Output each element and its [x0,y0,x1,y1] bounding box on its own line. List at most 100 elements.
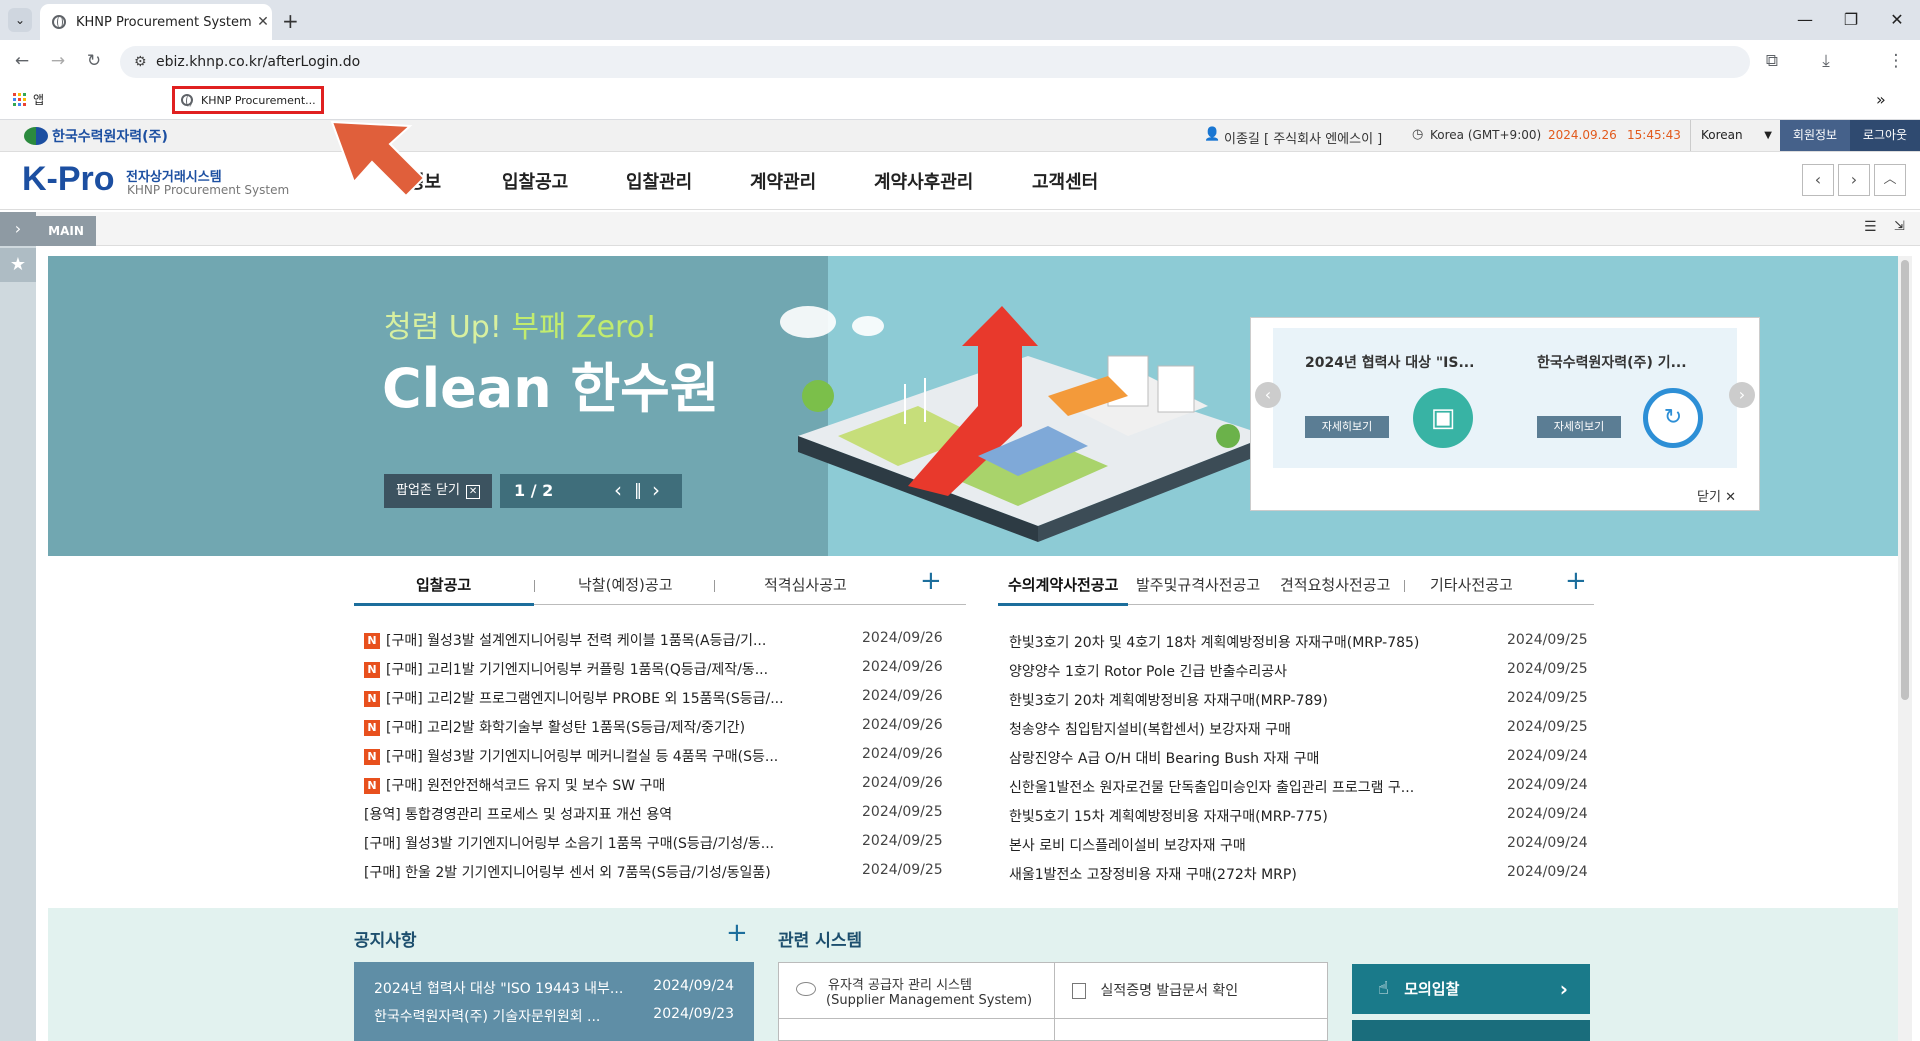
tab-search-button[interactable]: ⌄ [8,8,32,32]
header-prev-button[interactable]: ‹ [1802,164,1834,196]
bid-notice-item[interactable]: [구매] 월성3발 기기엔지니어링부 소음기 1품목 구매(S등급/기성/동..… [364,833,964,853]
khnp-logo-text: 한국수력원자력(주) [52,129,168,145]
bid-notice-item[interactable]: N [구매] 고리2발 프로그램엔지니어링부 PROBE 외 15품목(S등급/.… [364,688,964,708]
prenotice-item[interactable]: 청송양수 침입탐지설비(복합센서) 보강자재 구매 2024/09/25 [1009,719,1589,739]
notice-item[interactable]: 2024년 협력사 대상 "ISO 19443 내부... 2024/09/24 [374,978,734,998]
prenotice-date: 2024/09/24 [1507,864,1588,880]
prenotice-item[interactable]: 한빛5호기 15차 계획예방정비용 자재구매(MRP-775) 2024/09/2… [1009,806,1589,826]
bid-notice-title: [구매] 월성3발 기기엔지니어링부 소음기 1품목 구매(S등급/기성/동..… [364,836,775,852]
sms-link[interactable]: 유자격 공급자 관리 시스템 (Supplier Management Syst… [796,974,1032,1008]
restore-button[interactable]: ❐ [1828,6,1874,34]
bookmarks-overflow-icon[interactable]: » [1876,90,1886,109]
tab-qualification-notice[interactable]: 적격심사공고 [764,574,847,595]
notice-item[interactable]: 한국수력원자력(주) 기술자문위원회 ... 2024/09/23 [374,1006,734,1026]
right-more-plus-icon[interactable]: + [1565,566,1587,596]
kpro-logo[interactable]: K-Pro [22,160,115,199]
back-icon[interactable]: ← [9,48,35,74]
prenotice-item[interactable]: 삼랑진양수 A급 O/H 대비 Bearing Bush 자재 구매 2024/0… [1009,748,1589,768]
apps-label[interactable]: 앱 [33,91,44,108]
scrollbar-thumb[interactable] [1901,260,1909,700]
next-button-strip[interactable] [1352,1020,1590,1041]
tab-separator [714,580,715,592]
site-info-icon[interactable]: ⚙ [134,54,147,70]
language-select[interactable]: Korean ▼ [1690,120,1778,151]
bookmark-khnp[interactable]: KHNP Procurement... [172,86,324,114]
address-bar[interactable]: ⚙ ebiz.khnp.co.kr/afterLogin.do [120,46,1750,78]
chevron-down-icon: ▼ [1764,130,1772,141]
slide-card-1-title[interactable]: 2024년 협력사 대상 "IS... [1305,352,1474,372]
bid-notice-item[interactable]: [구매] 한울 2발 기기엔지니어링부 센서 외 7품목(S등급/기성/동일품)… [364,862,964,882]
close-tab-icon[interactable]: ✕ [254,14,272,30]
expand-rail-icon[interactable]: › [0,212,36,246]
reload-icon[interactable]: ↻ [81,48,107,74]
bid-notice-item[interactable]: N [구매] 원전안전해석코드 유지 및 보수 SW 구매 2024/09/26 [364,775,964,795]
notice-slider: 2024년 협력사 대상 "IS... 자세히보기 ▣ 한국수력원자력(주) 기… [1250,317,1760,511]
bid-notice-item[interactable]: N [구매] 고리1발 기기엔지니어링부 커플링 1품목(Q등급/제작/동... 2… [364,659,964,679]
extensions-icon[interactable]: ⧉ [1759,48,1785,74]
slider-next-icon[interactable]: › [1729,382,1755,408]
bid-notice-item[interactable]: N [구매] 월성3발 설계엔지니어링부 전력 케이블 1품목(A등급/기... 2… [364,630,964,650]
new-tab-button[interactable]: + [282,9,299,33]
download-icon[interactable]: ⤓ [1813,48,1839,74]
slide-card-2-title[interactable]: 한국수력원자력(주) 기... [1537,352,1687,372]
apps-icon[interactable] [13,93,26,106]
prenotice-item[interactable]: 새울1발전소 고장정비용 자재 구매(272차 MRP) 2024/09/24 [1009,864,1589,884]
bid-notice-item[interactable]: N [구매] 월성3발 기기엔지니어링부 메커니컬실 등 4품목 구매(S등...… [364,746,964,766]
slide-card-2-more[interactable]: 자세히보기 [1537,416,1621,438]
tab-award-notice[interactable]: 낙찰(예정)공고 [578,574,673,595]
banner-next-icon[interactable]: › [652,478,660,502]
close-popup-button[interactable]: 팝업존 닫기 ✕ [384,474,492,508]
tab-bid-notice[interactable]: 입찰공고 [416,574,471,595]
slider-prev-icon[interactable]: ‹ [1255,382,1281,408]
left-more-plus-icon[interactable]: + [920,566,942,596]
timezone: Korea (GMT+9:00) [1430,128,1542,142]
tab-other-prenotice[interactable]: 기타사전공고 [1430,574,1513,595]
page-scrollbar[interactable] [1898,256,1912,1041]
prenotice-title: 본사 로비 디스플레이설비 보강자재 구매 [1009,838,1246,854]
notice-more-plus-icon[interactable]: + [726,918,748,948]
menu-post-contract[interactable]: 계약사후관리 [874,168,973,194]
logout-button[interactable]: 로그아웃 [1850,120,1920,151]
bid-notice-date: 2024/09/25 [862,862,943,878]
header-top-button[interactable]: ︿ [1874,164,1906,196]
slider-close-button[interactable]: 닫기 ✕ [1697,486,1736,505]
prenotice-item[interactable]: 본사 로비 디스플레이설비 보강자재 구매 2024/09/24 [1009,835,1589,855]
monitor-icon: ▣ [1413,388,1473,448]
menu-bid-notice[interactable]: 입찰공고 [502,168,568,194]
list-view-icon[interactable]: ☰ [1864,219,1877,235]
forward-icon[interactable]: → [45,48,71,74]
member-info-button[interactable]: 회원정보 [1780,120,1850,151]
browser-menu-icon[interactable]: ⋮ [1883,48,1909,74]
main-tab[interactable]: MAIN [36,216,96,246]
sms-label: 유자격 공급자 관리 시스템 [828,978,972,993]
prenotice-title: 한빛3호기 20차 계획예방정비용 자재구매(MRP-789) [1009,693,1328,709]
prenotice-item[interactable]: 한빛3호기 20차 및 4호기 18차 계획예방정비용 자재구매(MRP-785… [1009,632,1589,652]
slide-card-1-more[interactable]: 자세히보기 [1305,416,1389,438]
sms-icon [796,982,816,996]
favorites-star-icon[interactable]: ★ [0,248,36,282]
minimize-button[interactable]: — [1782,6,1828,34]
prenotice-item[interactable]: 양양양수 1호기 Rotor Pole 긴급 반출수리공사 2024/09/25 [1009,661,1589,681]
mock-bid-button[interactable]: ☝ 모의입찰 › [1352,964,1590,1014]
menu-contract[interactable]: 계약관리 [750,168,816,194]
bid-notice-item[interactable]: [용역] 통합경영관리 프로세스 및 성과지표 개선 용역 2024/09/25 [364,804,964,824]
menu-customer-center[interactable]: 고객센터 [1032,168,1098,194]
tab-quote-request[interactable]: 견적요청사전공고 [1280,574,1390,595]
close-all-tabs-icon[interactable]: ⇲ [1894,219,1905,234]
tab-order-spec[interactable]: 발주및규격사전공고 [1136,574,1260,595]
close-window-button[interactable]: ✕ [1874,6,1920,34]
bid-notice-item[interactable]: N [구매] 고리2발 화학기술부 활성탄 1품목(S등급/제작/중기간) 2024… [364,717,964,737]
prenotice-item[interactable]: 신한울1발전소 원자로건물 단독출입미승인자 출입관리 프로그램 구... 202… [1009,777,1589,797]
tab-private-contract[interactable]: 수의계약사전공고 [1008,574,1118,595]
header-next-button[interactable]: › [1838,164,1870,196]
menu-bid-manage[interactable]: 입찰관리 [626,168,692,194]
banner-prev-icon[interactable]: ‹ [614,478,622,502]
khnp-logo[interactable]: 한국수력원자력(주) [24,126,168,146]
banner-pause-icon[interactable]: ‖ [634,480,642,499]
cert-link[interactable]: 실적증명 발급문서 확인 [1072,980,1238,1000]
prenotice-date: 2024/09/25 [1507,632,1588,648]
prenotice-item[interactable]: 한빛3호기 20차 계획예방정비용 자재구매(MRP-789) 2024/09/2… [1009,690,1589,710]
slider-close-label: 닫기 [1697,490,1721,505]
tab-separator [1404,580,1405,592]
browser-tab[interactable]: KHNP Procurement System ✕ [40,4,272,40]
